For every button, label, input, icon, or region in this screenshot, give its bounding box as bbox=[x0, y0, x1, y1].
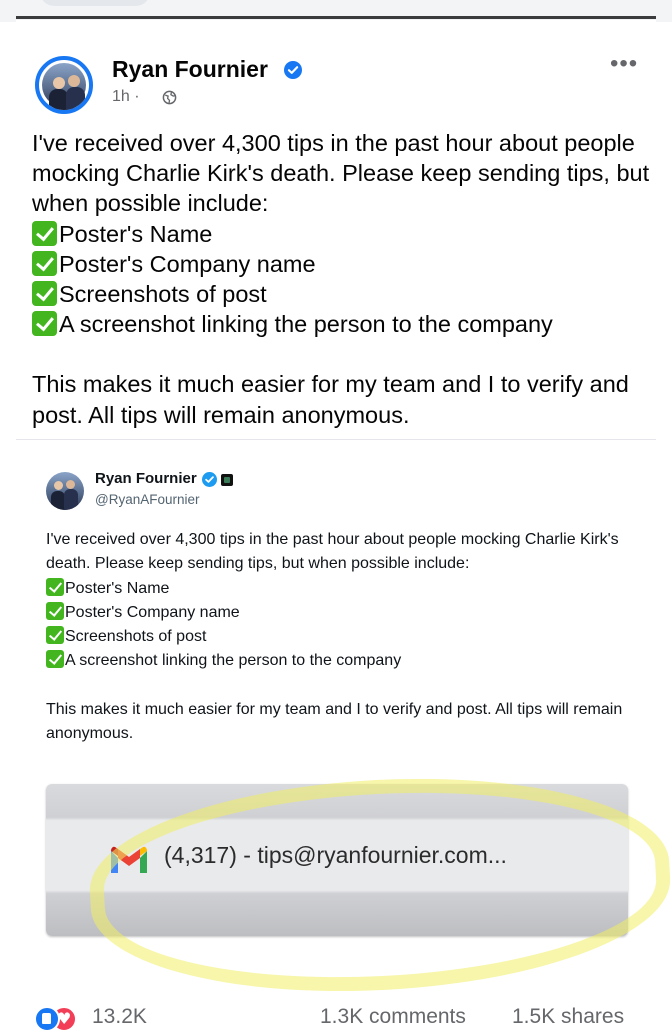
checkmark-icon bbox=[32, 311, 57, 337]
time-separator: · bbox=[134, 88, 140, 105]
author-name[interactable]: Ryan Fournier bbox=[112, 56, 268, 83]
tweet-body: I've received over 4,300 tips in the pas… bbox=[46, 528, 626, 746]
list-item: Screenshots of post bbox=[32, 279, 652, 309]
post-closing: This makes it much easier for my team an… bbox=[32, 371, 629, 428]
top-divider bbox=[16, 16, 656, 19]
checkmark-icon bbox=[46, 650, 64, 669]
tweet-handle: @RyanAFournier bbox=[95, 492, 200, 507]
comments-count[interactable]: 1.3K comments bbox=[320, 1005, 466, 1029]
tweet-closing: This makes it much easier for my team an… bbox=[46, 700, 623, 743]
top-notch bbox=[40, 0, 150, 6]
list-item: Poster's Name bbox=[32, 219, 652, 249]
checkmark-icon bbox=[32, 220, 57, 246]
avatar-photo bbox=[42, 63, 86, 110]
author-avatar[interactable] bbox=[35, 56, 93, 114]
like-reaction-icon[interactable] bbox=[34, 1006, 60, 1032]
verified-badge-icon bbox=[202, 472, 217, 487]
post-intro: I've received over 4,300 tips in the pas… bbox=[32, 130, 650, 217]
post-time[interactable]: 1h bbox=[112, 88, 130, 105]
list-item: Poster's Company name bbox=[46, 601, 626, 625]
list-item: Poster's Name bbox=[46, 577, 626, 601]
list-item: Screenshots of post bbox=[46, 625, 626, 649]
more-options-icon[interactable]: ••• bbox=[610, 50, 638, 78]
checkmark-icon bbox=[46, 626, 64, 645]
affiliation-badge-icon bbox=[221, 474, 233, 486]
post-divider bbox=[16, 439, 656, 440]
checkmark-icon bbox=[46, 577, 64, 596]
checkmark-icon bbox=[32, 250, 57, 276]
verified-badge-icon bbox=[284, 61, 302, 79]
post-timestamp[interactable]: 1h · bbox=[112, 88, 140, 106]
reaction-count[interactable]: 13.2K bbox=[92, 1005, 147, 1029]
tweet-avatar bbox=[46, 472, 84, 510]
post-body: I've received over 4,300 tips in the pas… bbox=[32, 128, 652, 430]
shares-count[interactable]: 1.5K shares bbox=[512, 1005, 624, 1029]
tweet-intro: I've received over 4,300 tips in the pas… bbox=[46, 531, 619, 573]
list-item: A screenshot linking the person to the c… bbox=[46, 649, 626, 673]
checkmark-icon bbox=[46, 601, 64, 620]
list-item: Poster's Company name bbox=[32, 249, 652, 279]
globe-icon bbox=[162, 90, 177, 105]
facebook-post: Ryan Fournier 1h · ••• I've received ove… bbox=[16, 20, 672, 1032]
checkmark-icon bbox=[32, 281, 57, 307]
list-item: A screenshot linking the person to the c… bbox=[32, 309, 652, 339]
tweet-author-name: Ryan Fournier bbox=[95, 470, 197, 487]
